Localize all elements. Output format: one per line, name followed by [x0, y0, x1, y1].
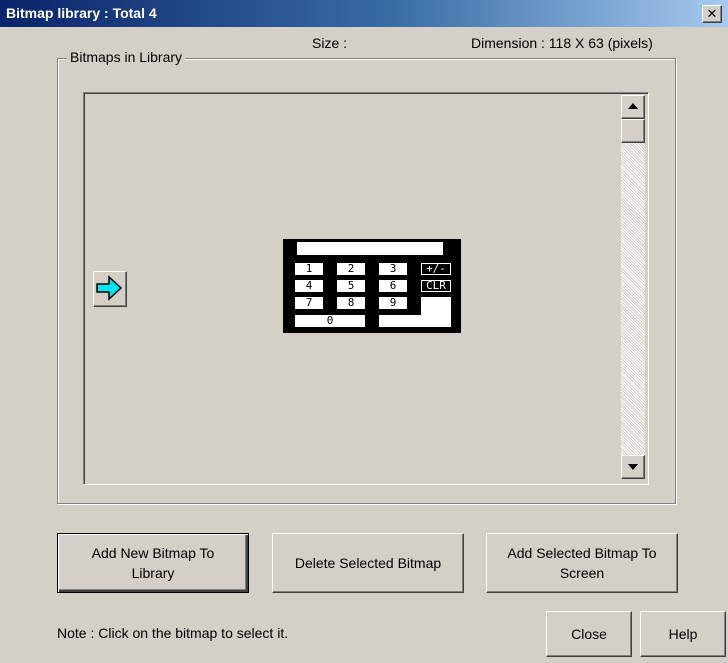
- bitmap-key-4: 4: [295, 280, 323, 292]
- bitmap-key-plusminus: +/-: [421, 263, 451, 275]
- dimension-label: Dimension : 118 X 63 (pixels): [471, 35, 653, 51]
- selection-arrow-button[interactable]: [93, 271, 127, 307]
- window-title: Bitmap library : Total 4: [6, 5, 157, 21]
- note-text: Note : Click on the bitmap to select it.: [57, 625, 289, 641]
- bitmap-key-2: 2: [337, 263, 365, 275]
- delete-selected-bitmap-button[interactable]: Delete Selected Bitmap: [272, 533, 464, 593]
- add-new-bitmap-button[interactable]: Add New Bitmap To Library: [57, 533, 249, 593]
- close-window-button[interactable]: ✕: [702, 5, 722, 23]
- bitmap-key-clr: CLR: [421, 280, 451, 292]
- scrollbar-track[interactable]: [621, 95, 645, 479]
- add-selected-to-screen-label: Add Selected Bitmap To Screen: [507, 545, 657, 581]
- scroll-down-arrow-icon: [628, 464, 638, 470]
- bitmap-key-0: 0: [295, 315, 365, 327]
- bitmap-key-7: 7: [295, 297, 323, 309]
- bitmap-key-1: 1: [295, 263, 323, 275]
- add-new-bitmap-label: Add New Bitmap To Library: [91, 545, 215, 581]
- scroll-down-button[interactable]: [621, 455, 645, 479]
- vertical-scrollbar[interactable]: [621, 95, 645, 479]
- calculator-bitmap-thumbnail[interactable]: 1 2 3 +/- 4 5 6 CLR 7 8 9 0 ENT: [283, 239, 461, 333]
- scroll-up-button[interactable]: [621, 95, 645, 119]
- bitmap-ent-tall-segment: [421, 297, 451, 327]
- bitmap-key-5: 5: [337, 280, 365, 292]
- help-button-label: Help: [668, 626, 698, 642]
- right-arrow-icon: [96, 275, 123, 301]
- close-button[interactable]: Close: [546, 611, 632, 657]
- close-button-label: Close: [571, 626, 607, 642]
- bitmap-library-dialog: Bitmap library : Total 4 ✕ Size : Dimens…: [0, 0, 728, 663]
- scrollbar-thumb[interactable]: [621, 119, 645, 143]
- size-label: Size :: [312, 35, 348, 51]
- delete-selected-bitmap-label: Delete Selected Bitmap: [294, 555, 442, 571]
- group-title: Bitmaps in Library: [67, 49, 186, 65]
- title-bar[interactable]: Bitmap library : Total 4 ✕: [0, 0, 728, 27]
- add-selected-to-screen-button[interactable]: Add Selected Bitmap To Screen: [486, 533, 678, 593]
- scroll-up-arrow-icon: [628, 103, 638, 109]
- bitmap-display-bar: [297, 242, 443, 255]
- bitmap-key-8: 8: [337, 297, 365, 309]
- bitmap-key-3: 3: [379, 263, 407, 275]
- help-button[interactable]: Help: [640, 611, 726, 657]
- bitmap-key-6: 6: [379, 280, 407, 292]
- bitmap-key-9: 9: [379, 297, 407, 309]
